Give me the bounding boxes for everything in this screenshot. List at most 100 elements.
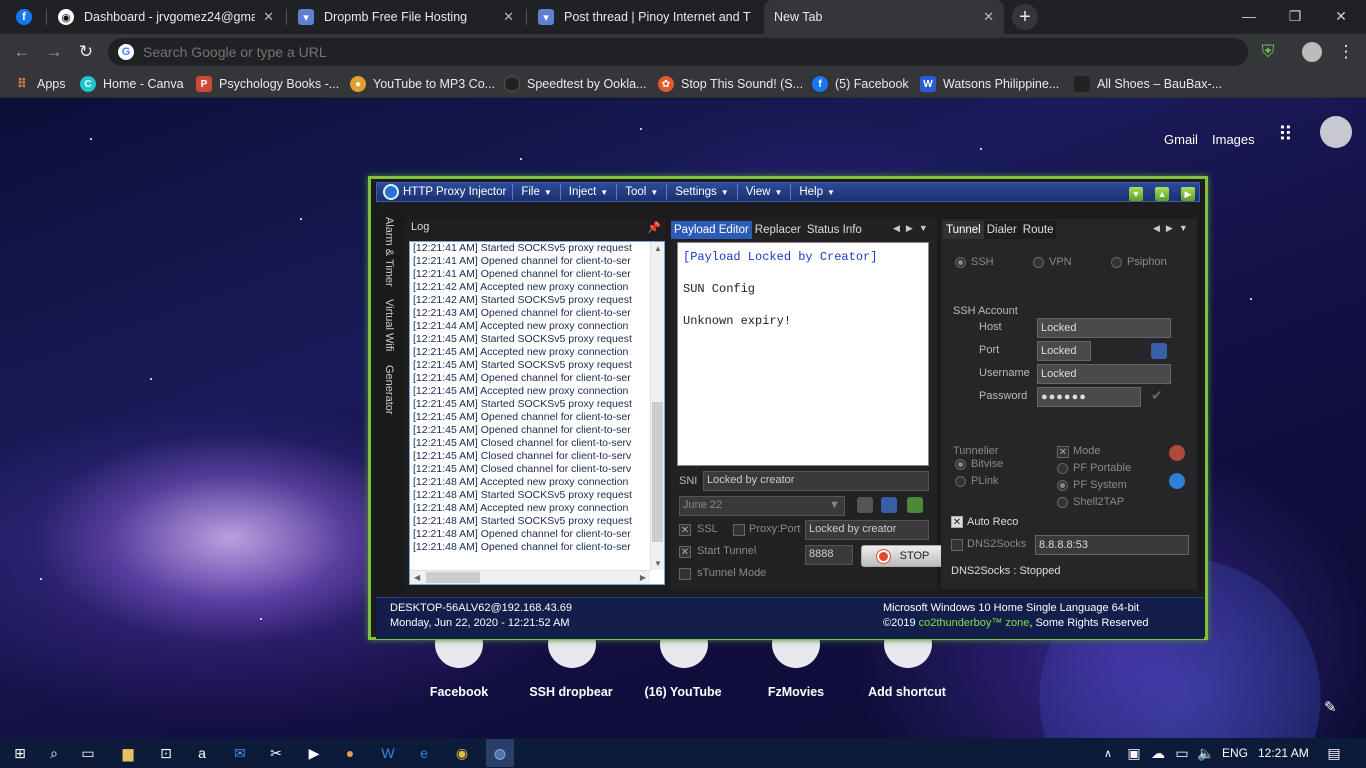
task-view-icon[interactable]: ▭ bbox=[78, 743, 98, 763]
bookmark-speedtest[interactable]: Speedtest by Ookla... bbox=[504, 70, 647, 98]
menu-inject[interactable]: Inject ▼ bbox=[559, 184, 616, 200]
bookmark-psychology-books[interactable]: P Psychology Books -... bbox=[196, 70, 339, 98]
new-tab-button[interactable]: + bbox=[1012, 4, 1038, 30]
bookmark-stop-sound[interactable]: ✿ Stop This Sound! (S... bbox=[658, 70, 803, 98]
http-injector-taskbar-icon[interactable]: ◍ bbox=[486, 739, 514, 767]
tab-status-info[interactable]: Status Info bbox=[804, 221, 865, 239]
menu-kebab-icon[interactable]: ⋮ bbox=[1334, 40, 1358, 64]
bookmark-facebook[interactable]: f (5) Facebook bbox=[812, 70, 909, 98]
payload-editor[interactable]: [Payload Locked by Creator] SUN Config U… bbox=[677, 242, 929, 466]
pf-portable-radio[interactable] bbox=[1057, 463, 1068, 474]
menu-settings[interactable]: Settings ▼ bbox=[666, 184, 736, 200]
account-avatar[interactable] bbox=[1320, 116, 1352, 148]
tab-dropmb[interactable]: ▾ Dropmb Free File Hosting ✕ bbox=[288, 0, 524, 34]
cloud-icon[interactable]: ☁ bbox=[1148, 743, 1168, 763]
tab-route[interactable]: Route bbox=[1020, 221, 1057, 239]
tab-scroll-arrows-icon[interactable]: ◀▶▼ bbox=[893, 223, 934, 234]
close-icon[interactable]: ✕ bbox=[263, 9, 274, 25]
battery-icon[interactable]: ▭ bbox=[1172, 743, 1192, 763]
language-indicator[interactable]: ENG bbox=[1222, 746, 1248, 760]
stunnel-mode-checkbox[interactable] bbox=[679, 568, 691, 580]
snipping-icon[interactable]: ✂ bbox=[266, 743, 286, 763]
edge-icon[interactable]: e bbox=[414, 743, 434, 763]
bookmark-canva[interactable]: C Home - Canva bbox=[80, 70, 184, 98]
stop-button[interactable]: STOP bbox=[861, 545, 945, 567]
bitvise-radio[interactable] bbox=[955, 459, 966, 470]
username-field[interactable]: Locked bbox=[1037, 364, 1171, 384]
bookmark-youtube-mp3[interactable]: ● YouTube to MP3 Co... bbox=[350, 70, 495, 98]
shortcut-label[interactable]: SSH dropbear bbox=[511, 685, 631, 699]
gmail-link[interactable]: Gmail bbox=[1164, 132, 1198, 147]
tab-facebook-pinned[interactable]: f bbox=[6, 0, 46, 34]
customize-pencil-icon[interactable]: ✎ bbox=[1324, 698, 1337, 716]
volume-icon[interactable]: 🔈 bbox=[1196, 743, 1216, 763]
ssh-radio[interactable] bbox=[955, 257, 966, 268]
tab-payload-editor[interactable]: Payload Editor bbox=[671, 221, 752, 239]
save-icon[interactable] bbox=[881, 497, 897, 513]
minimize-button[interactable]: — bbox=[1226, 0, 1272, 32]
record-icon[interactable] bbox=[1169, 445, 1185, 461]
tray-icon[interactable]: ▣ bbox=[1124, 743, 1144, 763]
tab-scroll-arrows-icon[interactable]: ◀▶▼ bbox=[1153, 223, 1194, 234]
date-select[interactable]: June 22 ▼ bbox=[679, 496, 845, 516]
dns-field[interactable]: 8.8.8.8:53 bbox=[1035, 535, 1189, 555]
tab-tunnel[interactable]: Tunnel bbox=[943, 221, 984, 239]
close-window-button[interactable]: ✕ bbox=[1318, 0, 1364, 32]
tab-new-tab[interactable]: New Tab ✕ bbox=[764, 0, 1004, 34]
search-icon[interactable]: ⌕ bbox=[44, 743, 64, 763]
store-icon[interactable]: ⊡ bbox=[156, 743, 176, 763]
back-arrow-icon[interactable]: ← bbox=[10, 40, 34, 64]
amazon-icon[interactable]: a bbox=[192, 743, 212, 763]
local-port-field[interactable]: 8888 bbox=[805, 545, 853, 565]
proxy-port-checkbox[interactable] bbox=[733, 524, 745, 536]
mail-icon[interactable]: ✉ bbox=[230, 743, 250, 763]
ssl-checkbox[interactable]: ✕ bbox=[679, 524, 691, 536]
port-field[interactable]: Locked bbox=[1037, 341, 1091, 361]
bookmark-watsons[interactable]: W Watsons Philippine... bbox=[920, 70, 1059, 98]
close-icon[interactable]: ✕ bbox=[983, 9, 994, 25]
close-icon[interactable]: ✕ bbox=[503, 9, 514, 25]
pin-icon[interactable]: 📌 bbox=[647, 221, 661, 234]
menu-file[interactable]: File ▼ bbox=[512, 184, 559, 200]
pf-system-radio[interactable] bbox=[1057, 480, 1068, 491]
shortcut-label[interactable]: Facebook bbox=[399, 685, 519, 699]
side-tab-virtual-wifi[interactable]: Virtual Wifi bbox=[383, 299, 395, 351]
checkmark-icon[interactable]: ✔ bbox=[1151, 387, 1163, 404]
chrome-icon[interactable]: ◉ bbox=[452, 743, 472, 763]
shell2tap-radio[interactable] bbox=[1057, 497, 1068, 508]
side-tab-alarm-timer[interactable]: Alarm & Timer bbox=[383, 217, 395, 287]
auto-reco-checkbox[interactable]: ✕ bbox=[951, 516, 963, 528]
trash-icon[interactable] bbox=[857, 497, 873, 513]
media-player-icon[interactable]: ▶ bbox=[304, 743, 324, 763]
google-apps-icon[interactable]: ⠿ bbox=[1278, 122, 1293, 147]
reload-icon[interactable]: ↻ bbox=[74, 40, 98, 64]
windows-start-icon[interactable]: ⊞ bbox=[10, 743, 30, 763]
shield-extension-icon[interactable]: ⛨ bbox=[1256, 40, 1280, 64]
word-icon[interactable]: W bbox=[378, 743, 398, 763]
tab-dialer[interactable]: Dialer bbox=[984, 221, 1020, 239]
bookmark-baubax[interactable]: All Shoes – BauBax-... bbox=[1074, 70, 1222, 98]
images-link[interactable]: Images bbox=[1212, 132, 1255, 147]
shortcut-label[interactable]: Add shortcut bbox=[847, 685, 967, 699]
omnibox[interactable]: G bbox=[108, 38, 1248, 66]
vpn-radio[interactable] bbox=[1033, 257, 1044, 268]
host-field[interactable]: Locked bbox=[1037, 318, 1171, 338]
chevron-up-icon[interactable]: ∧ bbox=[1098, 743, 1118, 763]
dns2socks-checkbox[interactable] bbox=[951, 539, 963, 551]
tab-replacer[interactable]: Replacer bbox=[752, 221, 804, 239]
minimize-arrow-icon[interactable]: ▼ bbox=[1129, 187, 1143, 201]
clear-icon[interactable] bbox=[907, 497, 923, 513]
side-tab-generator[interactable]: Generator bbox=[383, 365, 395, 415]
profile-avatar[interactable] bbox=[1300, 40, 1324, 64]
notification-icon[interactable]: ▤ bbox=[1324, 743, 1344, 763]
app-icon[interactable]: ● bbox=[340, 743, 360, 763]
omnibox-input[interactable] bbox=[143, 44, 1043, 60]
shortcut-label[interactable]: FzMovies bbox=[736, 685, 856, 699]
proxy-port-field[interactable]: Locked by creator bbox=[805, 520, 929, 540]
menu-help[interactable]: Help ▼ bbox=[790, 184, 843, 200]
sni-field[interactable]: Locked by creator bbox=[703, 471, 929, 491]
password-field[interactable]: ●●●●●● bbox=[1037, 387, 1141, 407]
mode-checkbox[interactable]: ✕ bbox=[1057, 446, 1069, 458]
bookmark-apps[interactable]: ⠿ Apps bbox=[14, 70, 66, 98]
shortcut-label[interactable]: (16) YouTube bbox=[623, 685, 743, 699]
